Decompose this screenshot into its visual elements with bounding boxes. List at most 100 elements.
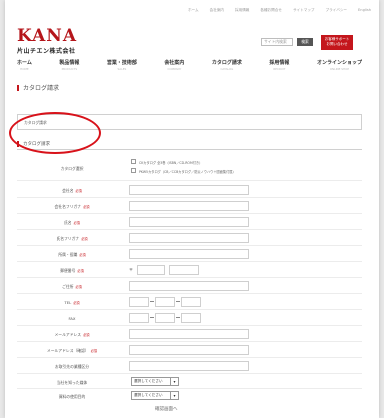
nav-item-products[interactable]: 製品情報 PRODUCTS [59, 59, 79, 71]
nav-sub: COMPANY [167, 67, 182, 71]
tel-input-2[interactable] [155, 297, 175, 307]
required-badge: 必須 [83, 333, 90, 337]
catalog-checkbox-1[interactable] [131, 159, 136, 164]
form-row-catalog: カタログ選択 CKカタログ 全3巻（ISBN／CD-ROM付き） PKW5カタロ… [17, 157, 362, 179]
support-button[interactable]: お客様サポート お問い合わせ [321, 35, 353, 50]
zip-input-2[interactable] [169, 265, 199, 275]
form-row-purpose: 資料の使用目的 選択してください ▾ [17, 390, 362, 402]
page-title: カタログ請求 [17, 83, 59, 92]
form-row-department: 所属・役職 必須 [17, 248, 362, 260]
nav-label: カタログ請求 [211, 60, 242, 66]
util-link[interactable]: プライバシー [326, 8, 348, 13]
row-divider [17, 245, 362, 246]
chevron-down-icon: ▾ [170, 392, 178, 399]
required-badge: 必須 [83, 205, 90, 209]
row-divider [17, 293, 362, 294]
nav-sub: CATALOG [220, 67, 234, 71]
label-text: 氏名 [64, 220, 72, 225]
form-row-email-confirm: メールアドレス（確認） 必須 [17, 344, 362, 356]
department-input[interactable] [129, 249, 249, 259]
label-text: 会社名 [62, 188, 74, 193]
fax-input-1[interactable] [129, 313, 149, 323]
logo-company-name: 片山チエン株式会社 [17, 48, 76, 55]
required-badge: 必須 [73, 221, 80, 225]
address-input[interactable] [129, 281, 249, 291]
field-label-email-confirm: メールアドレス（確認） 必須 [17, 348, 127, 354]
field-label-purpose: 資料の使用目的 [17, 394, 127, 400]
name-input[interactable] [129, 217, 249, 227]
chevron-down-icon: ▾ [170, 378, 178, 385]
field-label-catalog: カタログ選択 [17, 166, 127, 172]
label-text: 会社名フリガナ [54, 204, 82, 209]
required-badge: 必須 [77, 269, 84, 273]
field-label-industry: お取引先の業種区分 [17, 364, 127, 370]
label-text: 氏名フリガナ [56, 236, 80, 241]
util-link[interactable]: サイトマップ [293, 8, 315, 13]
form-row-source: 当社を知った媒体 選択してください ▾ [17, 376, 362, 388]
util-link[interactable]: ホーム [188, 8, 199, 13]
catalog-option-1: CKカタログ 全3巻（ISBN／CD-ROM付き） [139, 161, 203, 165]
nav-sub: SALES [117, 67, 127, 71]
label-text: TEL [64, 300, 72, 305]
purpose-select[interactable]: 選択してください ▾ [131, 391, 179, 400]
zip-input[interactable] [137, 265, 165, 275]
nav-item-company[interactable]: 会社案内 COMPANY [164, 59, 184, 71]
tel-input-1[interactable] [129, 297, 149, 307]
field-label-tel: TEL 必須 [17, 300, 127, 305]
row-divider [17, 229, 362, 230]
form-row-company-kana: 会社名フリガナ 必須 [17, 200, 362, 212]
nav-item-recruit[interactable]: 採用情報 RECRUIT [269, 59, 289, 71]
nav-item-catalog[interactable]: カタログ請求 CATALOG [212, 59, 242, 71]
required-badge: 必須 [75, 189, 82, 193]
row-divider [17, 180, 362, 181]
form-row-name: 氏名 必須 [17, 216, 362, 228]
search-button[interactable]: 検索 [297, 38, 313, 46]
company-kana-input[interactable] [129, 201, 249, 211]
search-input[interactable]: サイト内検索 [261, 38, 293, 46]
required-badge: 必須 [79, 253, 86, 257]
name-kana-input[interactable] [129, 233, 249, 243]
nav-label: 営業・技術部 [106, 60, 137, 66]
highlight-circle [9, 112, 101, 154]
tel-input-3[interactable] [181, 297, 201, 307]
fax-input-3[interactable] [181, 313, 201, 323]
field-label-department: 所属・役職 必須 [17, 252, 127, 258]
page-title-text: カタログ請求 [23, 85, 60, 92]
label-text: お取引先の業種区分 [54, 364, 90, 369]
form-row-email: メールアドレス 必須 [17, 328, 362, 340]
catalog-checkbox-2[interactable] [131, 168, 136, 173]
label-text: 所属・役職 [58, 252, 78, 257]
tel-dash [150, 301, 154, 302]
label-text: メールアドレス [54, 332, 82, 337]
source-select[interactable]: 選択してください ▾ [131, 377, 179, 386]
industry-input[interactable] [129, 361, 249, 371]
select-value: 選択してください [134, 379, 163, 383]
util-link[interactable]: 採用情報 [235, 8, 249, 13]
util-link[interactable]: 会社案内 [210, 8, 224, 13]
nav-label: オンラインショップ [316, 60, 362, 66]
nav-item-home[interactable]: ホーム HOME [17, 59, 32, 71]
email-input[interactable] [129, 329, 249, 339]
logo[interactable]: KANA [17, 28, 77, 45]
required-badge: 必須 [73, 301, 80, 305]
nav-item-sales[interactable]: 営業・技術部 SALES [107, 59, 137, 71]
row-divider [17, 388, 362, 389]
confirm-button[interactable]: 確認画面へ [155, 406, 178, 412]
field-label-name-kana: 氏名フリガナ 必須 [17, 236, 127, 242]
utility-links: ホーム 会社案内 採用情報 各種お問合せ サイトマップ プライバシー Engli… [188, 8, 371, 13]
form-row-fax: FAX [17, 312, 362, 324]
email-confirm-input[interactable] [129, 345, 249, 355]
field-label-fax: FAX [17, 316, 127, 321]
row-divider [17, 277, 362, 278]
util-link[interactable]: English [358, 8, 371, 13]
company-input[interactable] [129, 185, 249, 195]
form-row-zip: 郵便番号 必須 〒 [17, 264, 362, 276]
select-value: 選択してください [134, 393, 163, 397]
row-divider [17, 261, 362, 262]
label-text: メールアドレス（確認） [46, 348, 89, 353]
nav-item-shop[interactable]: オンラインショップ ONLINE SHOP [317, 59, 362, 71]
fax-input-2[interactable] [155, 313, 175, 323]
nav-sub: ONLINE SHOP [329, 67, 350, 71]
util-link[interactable]: 各種お問合せ [260, 8, 282, 13]
nav-label: 会社案内 [164, 60, 185, 66]
